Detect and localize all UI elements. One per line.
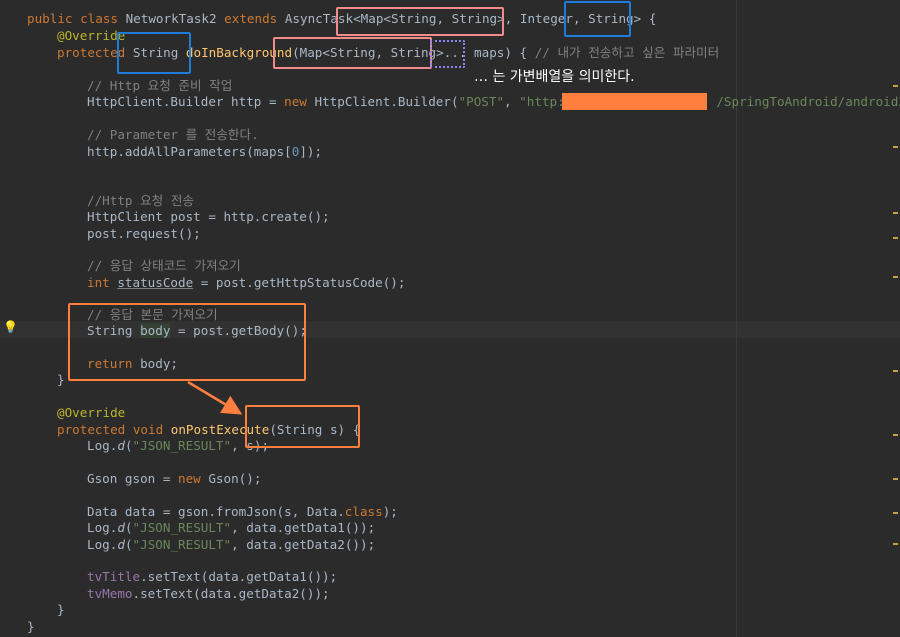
code-token: @Override — [57, 405, 126, 420]
gutter-marker — [893, 85, 898, 87]
code-token: public class — [27, 11, 126, 26]
code-line[interactable]: } — [57, 371, 65, 388]
code-line[interactable]: tvTitle.setText(data.getData1()); — [87, 568, 337, 585]
code-token: // Http 요청 준비 작업 — [87, 78, 233, 93]
code-token: , data.getData2()); — [231, 537, 376, 552]
code-token: d — [117, 520, 125, 535]
gutter-marker — [893, 543, 898, 545]
gutter-marker — [893, 370, 898, 372]
gutter-marker — [893, 146, 898, 148]
code-token: protected void — [57, 422, 171, 437]
code-token: HttpClient post = http.create(); — [87, 209, 330, 224]
code-line[interactable]: @Override — [57, 404, 125, 421]
code-token: Log. — [87, 520, 118, 535]
code-token: @Override — [57, 28, 126, 43]
code-token: class — [344, 504, 383, 519]
code-line[interactable]: Log.d("JSON_RESULT", s); — [87, 437, 269, 454]
dotted-box-varargs — [430, 40, 465, 68]
code-token: ( — [124, 537, 133, 552]
code-line[interactable]: http.addAllParameters(maps[0]); — [87, 143, 322, 160]
code-token: , data.getData1()); — [231, 520, 376, 535]
code-token: post.request(); — [87, 226, 201, 241]
code-token: ]); — [299, 144, 323, 159]
orange-box-onpost-param — [245, 405, 360, 448]
blue-box-return-type — [117, 32, 191, 74]
code-token: Gson gson = — [87, 471, 178, 486]
code-token: NetworkTask2 — [125, 11, 225, 26]
code-line[interactable]: } — [27, 618, 35, 635]
gutter-marker — [893, 512, 898, 514]
code-token: // Parameter 를 전송한다. — [87, 127, 259, 142]
code-token: Log. — [87, 438, 118, 453]
code-token: } — [57, 602, 65, 617]
code-token: , — [504, 94, 520, 109]
redacted-url-block — [562, 93, 707, 110]
code-token: "JSON_RESULT" — [132, 520, 232, 535]
code-token: http.addAllParameters(maps[ — [87, 144, 292, 159]
code-line[interactable]: //Http 요청 전송 — [87, 192, 194, 209]
code-line[interactable]: } — [57, 601, 65, 618]
code-token: } — [57, 372, 65, 387]
gutter-marker — [893, 276, 898, 278]
code-line[interactable]: Log.d("JSON_RESULT", data.getData1()); — [87, 519, 375, 536]
code-line[interactable]: HttpClient post = http.create(); — [87, 208, 330, 225]
code-token: int — [87, 275, 118, 290]
code-line[interactable]: post.request(); — [87, 225, 201, 242]
code-line[interactable]: tvMemo.setText(data.getData2()); — [87, 585, 330, 602]
gutter-marker — [893, 212, 898, 214]
code-token: tvMemo — [87, 586, 133, 601]
code-token: d — [117, 438, 125, 453]
gutter-marker — [893, 237, 898, 239]
code-token: extends — [224, 11, 285, 26]
gutter-marker — [893, 478, 898, 480]
code-line[interactable]: HttpClient.Builder http = new HttpClient… — [87, 93, 900, 110]
code-token: .setText(data.getData1()); — [140, 569, 338, 584]
code-token: "JSON_RESULT" — [132, 537, 232, 552]
code-line[interactable]: int statusCode = post.getHttpStatusCode(… — [87, 274, 405, 291]
pink-box-map-generic — [336, 7, 504, 36]
code-token: Log. — [87, 537, 118, 552]
lightbulb-icon[interactable]: 💡 — [3, 319, 18, 336]
pink-box-param-type — [273, 37, 432, 69]
code-token: Data data = gson.fromJson(s, Data. — [87, 504, 345, 519]
code-token: HttpClient.Builder( — [314, 94, 459, 109]
code-token: .setText(data.getData2()); — [132, 586, 330, 601]
gutter-marker — [893, 434, 898, 436]
code-line[interactable]: // Parameter 를 전송한다. — [87, 126, 259, 143]
code-token: // 응답 상태코드 가져오기 — [87, 258, 241, 273]
code-line[interactable]: // Http 요청 준비 작업 — [87, 77, 232, 94]
code-line[interactable]: Log.d("JSON_RESULT", data.getData2()); — [87, 536, 375, 553]
code-token: new — [178, 471, 209, 486]
code-token: ( — [124, 520, 133, 535]
code-editor[interactable]: public class NetworkTask2 extends AsyncT… — [0, 0, 900, 637]
code-token: Gson(); — [208, 471, 262, 486]
blue-box-result-type — [564, 1, 631, 37]
code-token: ); — [382, 504, 398, 519]
orange-box-body — [68, 303, 306, 381]
code-token: new — [284, 94, 315, 109]
code-line[interactable]: @Override — [57, 27, 125, 44]
code-token: } — [27, 619, 35, 634]
code-line[interactable]: Data data = gson.fromJson(s, Data.class)… — [87, 503, 398, 520]
code-token: "JSON_RESULT" — [132, 438, 232, 453]
code-token: tvTitle — [87, 569, 141, 584]
varargs-annotation-note: … 는 가변배열을 의미한다. — [474, 69, 635, 85]
code-token: = post.getHttpStatusCode(); — [193, 275, 406, 290]
code-token: // 내가 전송하고 싶은 파라미터 — [534, 45, 720, 60]
code-token: //Http 요청 전송 — [87, 193, 195, 208]
code-line[interactable]: Gson gson = new Gson(); — [87, 470, 261, 487]
code-line[interactable]: // 응답 상태코드 가져오기 — [87, 257, 241, 274]
code-token: "POST" — [458, 94, 505, 109]
code-token: ( — [124, 438, 133, 453]
code-token: HttpClient.Builder http = — [87, 94, 285, 109]
code-token: d — [117, 537, 125, 552]
code-token: statusCode — [117, 275, 194, 290]
